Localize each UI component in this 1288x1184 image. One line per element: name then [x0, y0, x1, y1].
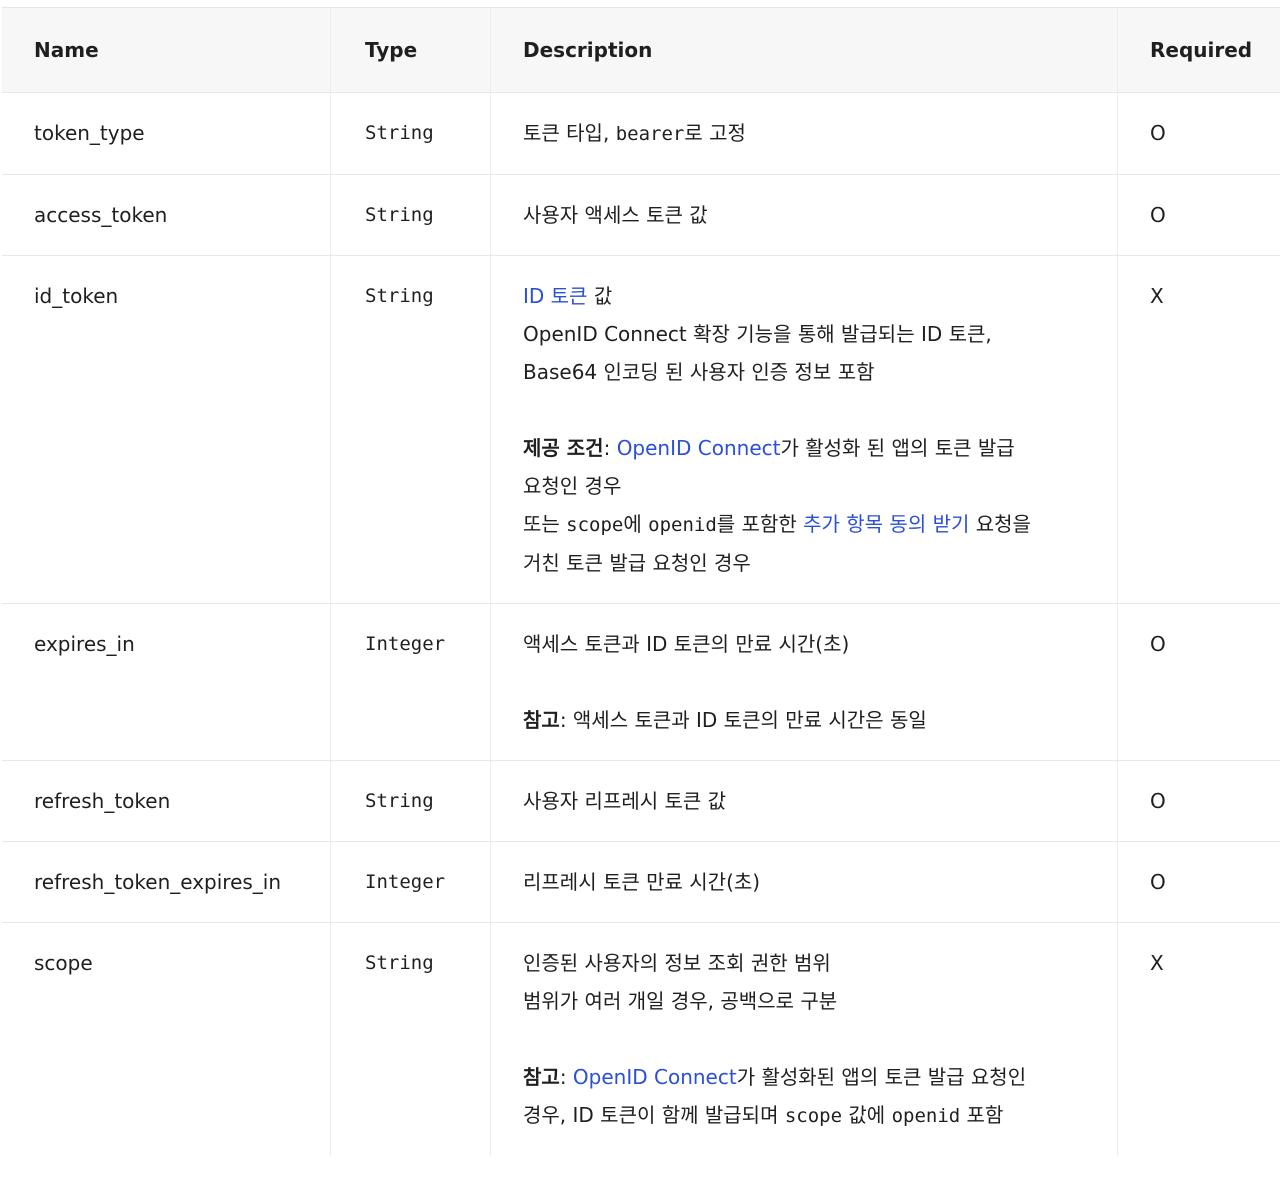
- param-description: 인증된 사용자의 정보 조회 권한 범위 범위가 여러 개일 경우, 공백으로 …: [490, 923, 1117, 1156]
- openid-connect-link[interactable]: OpenID Connect: [573, 1065, 737, 1089]
- table-row: id_token String ID 토큰 값 OpenID Connect 확…: [2, 256, 1280, 604]
- param-required: O: [1117, 761, 1280, 841]
- param-name: refresh_token: [34, 789, 171, 813]
- param-type: Integer: [330, 842, 490, 922]
- code-openid: openid: [891, 1105, 961, 1127]
- param-name: token_type: [34, 121, 145, 145]
- param-required: O: [1117, 175, 1280, 255]
- param-description: 리프레시 토큰 만료 시간(초): [490, 842, 1117, 922]
- param-type: String: [330, 93, 490, 174]
- header-type: Type: [330, 8, 490, 92]
- code-bearer: bearer: [615, 123, 685, 145]
- param-name: access_token: [34, 203, 168, 227]
- param-name: refresh_token_expires_in: [34, 870, 282, 894]
- param-type: String: [330, 175, 490, 255]
- table-row: refresh_token_expires_in Integer 리프레시 토큰…: [2, 842, 1280, 923]
- code-scope: scope: [566, 514, 624, 536]
- id-token-link[interactable]: ID 토큰: [523, 284, 587, 308]
- param-required: O: [1117, 842, 1280, 922]
- header-description: Description: [490, 8, 1117, 92]
- param-type: String: [330, 761, 490, 841]
- table-row: access_token String 사용자 액세스 토큰 값 O: [2, 175, 1280, 256]
- header-name: Name: [34, 38, 99, 62]
- param-type: Integer: [330, 604, 490, 760]
- param-description: 사용자 액세스 토큰 값: [490, 175, 1117, 255]
- param-required: O: [1117, 93, 1280, 174]
- additional-consent-link[interactable]: 추가 항목 동의 받기: [803, 512, 969, 536]
- table-row: refresh_token String 사용자 리프레시 토큰 값 O: [2, 761, 1280, 842]
- param-required: X: [1117, 256, 1280, 603]
- table-header: Name Type Description Required: [2, 8, 1280, 93]
- condition-label: 제공 조건: [523, 436, 604, 460]
- param-required: X: [1117, 923, 1280, 1156]
- note-label: 참고: [523, 708, 560, 732]
- table-row: token_type String 토큰 타입, bearer로 고정 O: [2, 93, 1280, 175]
- param-type: String: [330, 256, 490, 603]
- openid-connect-link[interactable]: OpenID Connect: [617, 436, 781, 460]
- code-openid: openid: [648, 514, 717, 536]
- param-description: 토큰 타입, bearer로 고정: [490, 93, 1117, 174]
- table-row: scope String 인증된 사용자의 정보 조회 권한 범위 범위가 여러…: [2, 923, 1280, 1156]
- table-row: expires_in Integer 액세스 토큰과 ID 토큰의 만료 시간(…: [2, 604, 1280, 761]
- code-scope: scope: [784, 1105, 843, 1127]
- response-parameters-table: Name Type Description Required token_typ…: [2, 7, 1280, 1156]
- param-name: expires_in: [34, 632, 135, 656]
- param-description: 사용자 리프레시 토큰 값: [490, 761, 1117, 841]
- param-required: O: [1117, 604, 1280, 760]
- param-name: id_token: [34, 284, 119, 308]
- param-name: scope: [34, 951, 93, 975]
- note-label: 참고: [523, 1065, 560, 1089]
- param-type: String: [330, 923, 490, 1156]
- param-description: 액세스 토큰과 ID 토큰의 만료 시간(초) 참고: 액세스 토큰과 ID 토…: [490, 604, 1117, 760]
- param-description: ID 토큰 값 OpenID Connect 확장 기능을 통해 발급되는 ID…: [490, 256, 1117, 603]
- header-required: Required: [1117, 8, 1280, 92]
